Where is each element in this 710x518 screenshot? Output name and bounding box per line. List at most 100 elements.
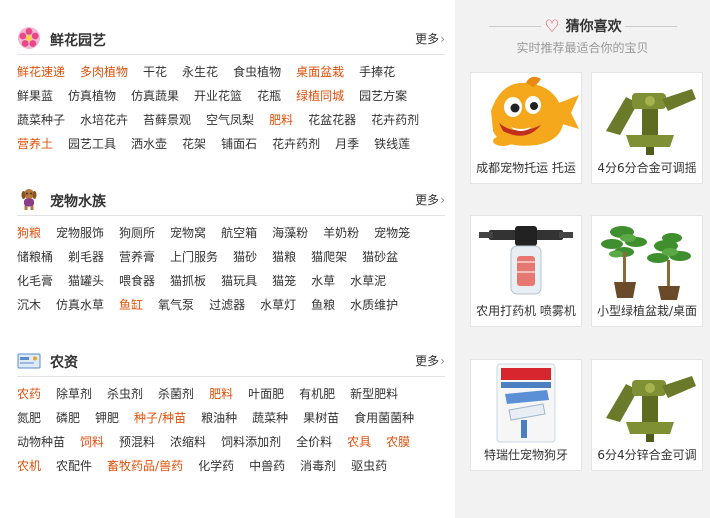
more-link[interactable]: 更多› bbox=[415, 30, 445, 47]
category-link[interactable]: 粮油种 bbox=[201, 406, 237, 430]
category-link[interactable]: 仿真水草 bbox=[56, 293, 104, 317]
category-link[interactable]: 农具 bbox=[347, 430, 371, 454]
category-link[interactable]: 水草 bbox=[311, 269, 335, 293]
category-link[interactable]: 果树苗 bbox=[303, 406, 339, 430]
category-link[interactable]: 剃毛器 bbox=[68, 245, 104, 269]
category-link[interactable]: 叶面肥 bbox=[248, 382, 284, 406]
more-link[interactable]: 更多› bbox=[415, 352, 445, 369]
category-link[interactable]: 上门服务 bbox=[170, 245, 218, 269]
category-link[interactable]: 多肉植物 bbox=[80, 60, 128, 84]
category-link[interactable]: 农药 bbox=[17, 382, 41, 406]
category-link[interactable]: 开业花篮 bbox=[194, 84, 242, 108]
category-link[interactable]: 化毛膏 bbox=[17, 269, 53, 293]
category-link[interactable]: 空气凤梨 bbox=[206, 108, 254, 132]
category-link[interactable]: 花架 bbox=[182, 132, 206, 156]
category-link[interactable]: 仿真植物 bbox=[68, 84, 116, 108]
category-link[interactable]: 猫笼 bbox=[272, 269, 296, 293]
category-link[interactable]: 过滤器 bbox=[209, 293, 245, 317]
category-link[interactable]: 水草泥 bbox=[350, 269, 386, 293]
category-link[interactable]: 花卉药剂 bbox=[272, 132, 320, 156]
category-link[interactable]: 猫抓板 bbox=[170, 269, 206, 293]
category-link[interactable]: 羊奶粉 bbox=[323, 221, 359, 245]
category-link[interactable]: 新型肥料 bbox=[350, 382, 398, 406]
category-link[interactable]: 宠物窝 bbox=[170, 221, 206, 245]
category-link[interactable]: 蔬菜种 bbox=[252, 406, 288, 430]
category-link[interactable]: 水质维护 bbox=[350, 293, 398, 317]
category-link[interactable]: 消毒剂 bbox=[300, 454, 336, 478]
category-link[interactable]: 鲜花速递 bbox=[17, 60, 65, 84]
category-link[interactable]: 海藻粉 bbox=[272, 221, 308, 245]
category-link[interactable]: 猫粮 bbox=[272, 245, 296, 269]
category-link[interactable]: 洒水壶 bbox=[131, 132, 167, 156]
category-link[interactable]: 鱼缸 bbox=[119, 293, 143, 317]
category-link[interactable]: 沉木 bbox=[17, 293, 41, 317]
category-link[interactable]: 浓缩料 bbox=[170, 430, 206, 454]
category-link[interactable]: 动物种苗 bbox=[17, 430, 65, 454]
category-link[interactable]: 饲料添加剂 bbox=[221, 430, 281, 454]
category-link[interactable]: 钾肥 bbox=[95, 406, 119, 430]
category-link[interactable]: 航空箱 bbox=[221, 221, 257, 245]
category-link[interactable]: 永生花 bbox=[182, 60, 218, 84]
category-link[interactable]: 杀虫剂 bbox=[107, 382, 143, 406]
category-link[interactable]: 饲料 bbox=[80, 430, 104, 454]
category-link[interactable]: 预混料 bbox=[119, 430, 155, 454]
category-link[interactable]: 猫砂 bbox=[233, 245, 257, 269]
category-link[interactable]: 农配件 bbox=[56, 454, 92, 478]
category-link[interactable]: 猫玩具 bbox=[221, 269, 257, 293]
category-link[interactable]: 花瓶 bbox=[257, 84, 281, 108]
category-link[interactable]: 手捧花 bbox=[359, 60, 395, 84]
category-link[interactable]: 鱼粮 bbox=[311, 293, 335, 317]
category-link[interactable]: 农膜 bbox=[386, 430, 410, 454]
more-link[interactable]: 更多› bbox=[415, 191, 445, 208]
category-link[interactable]: 铺面石 bbox=[221, 132, 257, 156]
category-link[interactable]: 磷肥 bbox=[56, 406, 80, 430]
category-link[interactable]: 花卉药剂 bbox=[371, 108, 419, 132]
category-link[interactable]: 宠物服饰 bbox=[56, 221, 104, 245]
category-link[interactable]: 氮肥 bbox=[17, 406, 41, 430]
category-link[interactable]: 全价料 bbox=[296, 430, 332, 454]
category-link[interactable]: 种子/种苗 bbox=[134, 406, 186, 430]
category-link[interactable]: 杀菌剂 bbox=[158, 382, 194, 406]
category-link[interactable]: 月季 bbox=[335, 132, 359, 156]
category-link[interactable]: 储粮桶 bbox=[17, 245, 53, 269]
product-card[interactable]: 6分4分锌合金可调 bbox=[591, 359, 703, 471]
product-card[interactable]: 特瑞仕宠物狗牙 bbox=[470, 359, 582, 471]
category-link[interactable]: 有机肥 bbox=[299, 382, 335, 406]
product-card[interactable]: 成都宠物托运 托运 bbox=[470, 72, 582, 184]
category-link[interactable]: 狗粮 bbox=[17, 221, 41, 245]
product-card[interactable]: 4分6分合金可调摇 bbox=[591, 72, 703, 184]
category-link[interactable]: 桌面盆栽 bbox=[296, 60, 344, 84]
category-link[interactable]: 猫爬架 bbox=[311, 245, 347, 269]
category-link[interactable]: 氧气泵 bbox=[158, 293, 194, 317]
category-link[interactable]: 铁线莲 bbox=[374, 132, 410, 156]
category-link[interactable]: 化学药 bbox=[198, 454, 234, 478]
category-link[interactable]: 干花 bbox=[143, 60, 167, 84]
category-link[interactable]: 畜牧药品/兽药 bbox=[107, 454, 183, 478]
category-link[interactable]: 驱虫药 bbox=[351, 454, 387, 478]
product-card[interactable]: 农用打药机 喷雾机 bbox=[470, 215, 582, 327]
category-link[interactable]: 鲜果蓝 bbox=[17, 84, 53, 108]
category-link[interactable]: 猫罐头 bbox=[68, 269, 104, 293]
category-link[interactable]: 除草剂 bbox=[56, 382, 92, 406]
category-link[interactable]: 肥料 bbox=[209, 382, 233, 406]
category-link[interactable]: 营养膏 bbox=[119, 245, 155, 269]
category-link[interactable]: 食用菌菌种 bbox=[354, 406, 414, 430]
category-link[interactable]: 狗厕所 bbox=[119, 221, 155, 245]
category-link[interactable]: 蔬菜种子 bbox=[17, 108, 65, 132]
product-card[interactable]: 小型绿植盆栽/桌面 bbox=[591, 215, 703, 327]
category-link[interactable]: 仿真蔬果 bbox=[131, 84, 179, 108]
category-link[interactable]: 水草灯 bbox=[260, 293, 296, 317]
category-link[interactable]: 宠物笼 bbox=[374, 221, 410, 245]
category-link[interactable]: 肥料 bbox=[269, 108, 293, 132]
category-link[interactable]: 喂食器 bbox=[119, 269, 155, 293]
category-link[interactable]: 营养土 bbox=[17, 132, 53, 156]
category-link[interactable]: 猫砂盆 bbox=[362, 245, 398, 269]
category-link[interactable]: 园艺方案 bbox=[359, 84, 407, 108]
category-link[interactable]: 绿植同城 bbox=[296, 84, 344, 108]
category-link[interactable]: 花盆花器 bbox=[308, 108, 356, 132]
category-link[interactable]: 园艺工具 bbox=[68, 132, 116, 156]
category-link[interactable]: 食虫植物 bbox=[233, 60, 281, 84]
category-link[interactable]: 苔藓景观 bbox=[143, 108, 191, 132]
category-link[interactable]: 水培花卉 bbox=[80, 108, 128, 132]
category-link[interactable]: 农机 bbox=[17, 454, 41, 478]
